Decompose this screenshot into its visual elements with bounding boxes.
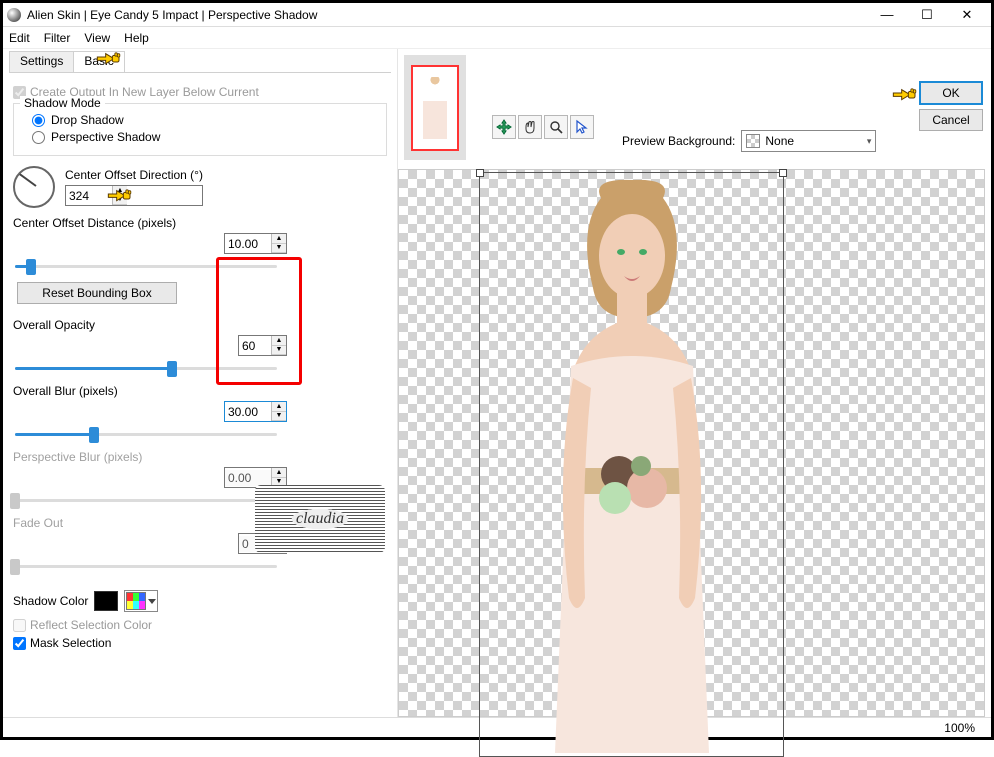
- center-offset-dir-label: Center Offset Direction (°): [65, 168, 203, 182]
- checker-icon: [746, 134, 760, 148]
- center-offset-dir-input[interactable]: ▲▼: [65, 185, 203, 206]
- chevron-down-icon: ▾: [867, 136, 872, 147]
- radio-perspective-shadow[interactable]: Perspective Shadow: [32, 130, 378, 144]
- menu-view[interactable]: View: [84, 31, 110, 45]
- radio-drop-shadow[interactable]: Drop Shadow: [32, 113, 378, 127]
- tab-settings[interactable]: Settings: [9, 51, 74, 72]
- shadow-mode-legend: Shadow Mode: [20, 96, 105, 110]
- perspective-blur-slider: [15, 492, 277, 510]
- right-area: OK Cancel: [398, 49, 991, 717]
- menu-filter[interactable]: Filter: [44, 31, 71, 45]
- center-offset-dist-input[interactable]: ▲▼: [224, 233, 287, 254]
- selection-handle-tr[interactable]: [779, 169, 787, 177]
- tool-move-icon[interactable]: [492, 115, 516, 139]
- menu-edit[interactable]: Edit: [9, 31, 30, 45]
- fade-out-slider: [15, 558, 277, 576]
- titlebar: Alien Skin | Eye Candy 5 Impact | Perspe…: [3, 3, 991, 27]
- chevron-down-icon: [148, 599, 156, 604]
- preview-canvas[interactable]: [398, 169, 985, 717]
- preview-image: [521, 178, 743, 753]
- shadow-color-swatch[interactable]: [94, 591, 118, 611]
- zoom-level: 100%: [944, 721, 975, 735]
- tool-zoom-icon[interactable]: [544, 115, 568, 139]
- overall-opacity-label: Overall Opacity: [13, 318, 387, 332]
- overall-blur-slider[interactable]: [15, 426, 277, 444]
- ok-button[interactable]: OK: [919, 81, 983, 105]
- overall-blur-label: Overall Blur (pixels): [13, 384, 387, 398]
- selection-handle-tl[interactable]: [476, 169, 484, 177]
- overall-opacity-input[interactable]: ▲▼: [238, 335, 287, 356]
- tool-hand-icon[interactable]: [518, 115, 542, 139]
- app-icon: [7, 8, 21, 22]
- overall-blur-input[interactable]: ▲▼: [224, 401, 287, 422]
- mask-selection-checkbox[interactable]: Mask Selection: [13, 636, 387, 650]
- close-button[interactable]: ✕: [947, 4, 987, 26]
- perspective-blur-label: Perspective Blur (pixels): [13, 450, 387, 464]
- menu-help[interactable]: Help: [124, 31, 149, 45]
- preview-bg-label: Preview Background:: [622, 134, 735, 148]
- minimize-button[interactable]: —: [867, 4, 907, 26]
- left-panel: Settings Basic Create Output In New Laye…: [3, 49, 398, 717]
- window-title: Alien Skin | Eye Candy 5 Impact | Perspe…: [27, 8, 867, 22]
- color-picker-button[interactable]: [124, 590, 158, 612]
- color-grid-icon: [126, 592, 146, 610]
- shadow-mode-group: Shadow Mode Drop Shadow Perspective Shad…: [13, 103, 387, 156]
- reset-bounding-box-button[interactable]: Reset Bounding Box: [17, 282, 177, 304]
- menubar: Edit Filter View Help: [3, 27, 991, 49]
- cancel-button[interactable]: Cancel: [919, 109, 983, 131]
- tool-pointer-icon[interactable]: [570, 115, 594, 139]
- overall-opacity-slider[interactable]: [15, 360, 277, 378]
- tab-basic[interactable]: Basic: [73, 51, 124, 72]
- preview-bg-select[interactable]: None ▾: [741, 130, 876, 152]
- center-offset-dist-slider[interactable]: [15, 258, 277, 276]
- shadow-color-label: Shadow Color: [13, 594, 88, 608]
- preset-thumbnail[interactable]: [404, 55, 466, 160]
- preview-toolbar: [492, 113, 594, 141]
- maximize-button[interactable]: ☐: [907, 4, 947, 26]
- center-offset-dist-label: Center Offset Distance (pixels): [13, 216, 387, 230]
- direction-dial[interactable]: [13, 166, 55, 208]
- reflect-selection-checkbox: Reflect Selection Color: [13, 618, 387, 632]
- watermark: claudia: [255, 485, 385, 553]
